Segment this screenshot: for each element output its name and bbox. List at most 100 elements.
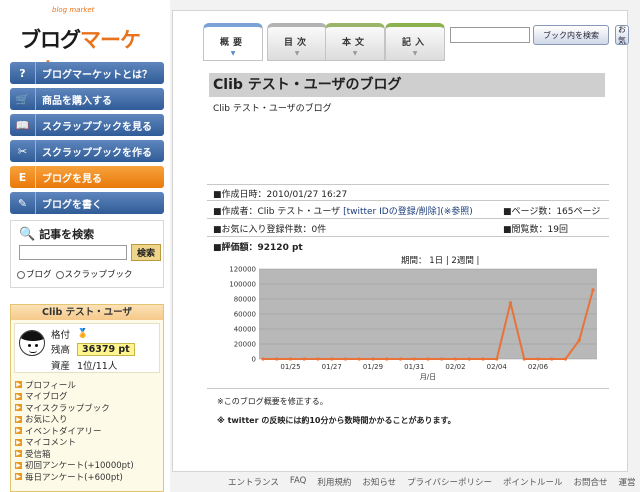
footer-link-news[interactable]: お知らせ — [362, 476, 396, 488]
nav-view-scrapbook-button[interactable]: 📖 スクラップブックを見る — [10, 114, 164, 136]
footer-link-terms[interactable]: 利用規約 — [317, 476, 351, 488]
x-tick-label: 02/06 — [528, 363, 549, 371]
x-tick-label: 02/02 — [445, 363, 465, 371]
arrow-bullet-icon: ▶ — [15, 450, 22, 458]
modify-overview-link[interactable]: ※このブログ概要を修正する。 — [217, 396, 328, 407]
data-point — [577, 338, 581, 342]
nav-about-button[interactable]: ? ブログマーケットとは？ — [10, 62, 164, 84]
user-link-event-diary[interactable]: ▶ イベントダイアリー — [15, 425, 134, 437]
book-icon: 📖 — [10, 114, 36, 136]
nav-view-blog-button[interactable]: E ブログを見る — [10, 166, 164, 188]
arrow-bullet-icon: ▶ — [15, 427, 22, 435]
divider — [207, 388, 609, 389]
chevron-down-icon: ▼ — [230, 50, 236, 57]
data-point — [302, 357, 306, 361]
footer-link-operator[interactable]: 運営 — [619, 476, 636, 488]
footer-link-privacy[interactable]: プライバシーポリシー — [407, 476, 492, 488]
x-axis-label: 月/日 — [420, 373, 436, 381]
article-search-input[interactable] — [19, 245, 127, 260]
data-point — [467, 357, 471, 361]
y-tick-label: 80000 — [234, 296, 256, 304]
arrow-bullet-icon: ▶ — [15, 392, 22, 400]
nav-make-scrapbook-button[interactable]: ✂ スクラップブックを作る — [10, 140, 164, 162]
chevron-down-icon: ▼ — [352, 50, 358, 57]
user-link-myscrapbook[interactable]: ▶ マイスクラップブック — [15, 402, 134, 414]
view-count: ■閲覧数：19回 — [503, 225, 568, 235]
user-link-mycomment[interactable]: ▶ マイコメント — [15, 437, 134, 448]
author-info: ■作成者：Clib テスト・ユーザ [twitter IDの登録/削除](※参照… — [213, 207, 473, 217]
data-point — [453, 357, 458, 361]
arrow-bullet-icon: ▶ — [15, 381, 22, 389]
user-panel: Clib テスト・ユーザ 格付 🏅 残高 36379 pt 資産 1位/11人 … — [10, 304, 164, 492]
nav-label: ブログを書く — [42, 199, 102, 211]
y-tick-label: 60000 — [234, 311, 256, 319]
user-link-profile[interactable]: ▶ プロフィール — [15, 379, 134, 391]
user-menu: ▶ プロフィール ▶ マイブログ ▶ マイスクラップブック ▶ お気に入り ▶ イベントダ… — [15, 379, 134, 483]
radio-blog[interactable]: ブログ — [17, 268, 52, 280]
twitter-id-link[interactable]: [twitter IDの登録/削除] — [343, 207, 440, 217]
x-tick-label: 01/31 — [404, 363, 424, 371]
data-point — [591, 288, 595, 292]
favorite-button[interactable]: お気 — [615, 25, 629, 45]
divider — [207, 236, 609, 237]
footer-link-point-rules[interactable]: ポイントルール — [503, 476, 563, 488]
pen-icon: ✎ — [10, 192, 36, 214]
footer-link-entrance[interactable]: エントランス — [228, 476, 279, 488]
user-link-daily-survey[interactable]: ▶ 毎日アンケート(+600pt) — [15, 471, 134, 483]
logo-tagline: blog market — [52, 6, 95, 14]
data-point — [522, 357, 526, 361]
user-link-inbox[interactable]: ▶ 受信箱 — [15, 448, 134, 460]
footer-links: エントランス FAQ 利用規約 お知らせ プライバシーポリシー ポイントルール … — [228, 476, 640, 488]
data-point — [316, 357, 320, 361]
user-stats: 格付 🏅 残高 36379 pt 資産 1位/11人 — [14, 323, 160, 373]
page-count: ■ページ数：165ページ — [503, 207, 601, 217]
article-search-button[interactable]: 検索 — [131, 244, 161, 261]
user-link-myblog[interactable]: ▶ マイブログ — [15, 391, 134, 402]
medal-icon: 🏅 — [77, 329, 89, 339]
book-search-button[interactable]: ブック内を検索 — [533, 25, 609, 45]
data-point — [563, 357, 568, 361]
tab-body[interactable]: 本文 ▼ — [325, 23, 385, 61]
data-point — [330, 357, 334, 361]
reference-link[interactable]: (※参照) — [440, 207, 473, 217]
y-tick-label: 100000 — [229, 281, 256, 289]
data-point — [412, 357, 416, 361]
page-title: Clib テスト・ユーザのブログ — [209, 73, 605, 97]
nav-write-blog-button[interactable]: ✎ ブログを書く — [10, 192, 164, 214]
y-tick-label: 20000 — [234, 341, 256, 349]
divider — [207, 218, 609, 219]
avatar[interactable] — [19, 330, 45, 356]
user-link-first-survey[interactable]: ▶ 初回アンケート(+10000pt) — [15, 460, 134, 471]
article-search-panel: 🔍 記事を検索 検索 ブログ スクラップブック — [10, 220, 164, 288]
book-search-input[interactable] — [450, 27, 530, 43]
chevron-down-icon: ▼ — [412, 50, 418, 57]
nav-label: スクラップブックを作る — [42, 147, 152, 159]
data-point — [288, 357, 293, 361]
rating-chart: 0 20000 40000 60000 80000 100000 120000 01/25 0… — [229, 266, 597, 381]
nav-buy-button[interactable]: 🛒 商品を購入する — [10, 88, 164, 110]
left-sidebar: blog market ブログマーケット ? ブログマーケットとは？ 🛒 商品を… — [0, 0, 170, 492]
y-tick-label: 120000 — [229, 266, 256, 274]
radio-circle-icon — [55, 270, 64, 279]
tab-write[interactable]: 記入 ▼ — [385, 23, 445, 61]
data-point — [495, 357, 499, 361]
twitter-note: ※ twitter の反映には約10分から数時間かかることがあります。 — [217, 416, 456, 425]
data-point — [371, 357, 375, 361]
data-point — [536, 357, 540, 361]
y-tick-label: 40000 — [234, 326, 256, 334]
tab-contents[interactable]: 目次 ▼ — [267, 23, 327, 61]
footer-link-faq[interactable]: FAQ — [290, 476, 306, 488]
question-icon: ? — [10, 62, 36, 84]
data-point — [343, 357, 348, 361]
assets-rank: 1位/11人 — [77, 361, 118, 372]
nav-label: ブログマーケットとは？ — [42, 69, 152, 81]
radio-scrapbook[interactable]: スクラップブック — [55, 268, 133, 280]
balance-points: 36379 pt — [77, 342, 135, 356]
x-tick-label: 01/29 — [363, 363, 383, 371]
footer-link-contact[interactable]: お問合せ — [574, 476, 608, 488]
scissors-icon: ✂ — [10, 140, 36, 162]
tab-overview[interactable]: 概要 ▼ — [203, 23, 263, 61]
user-link-favorites[interactable]: ▶ お気に入り — [15, 414, 134, 425]
site-logo[interactable]: blog market ブログマーケット — [8, 2, 158, 82]
blog-e-icon: E — [10, 166, 36, 188]
